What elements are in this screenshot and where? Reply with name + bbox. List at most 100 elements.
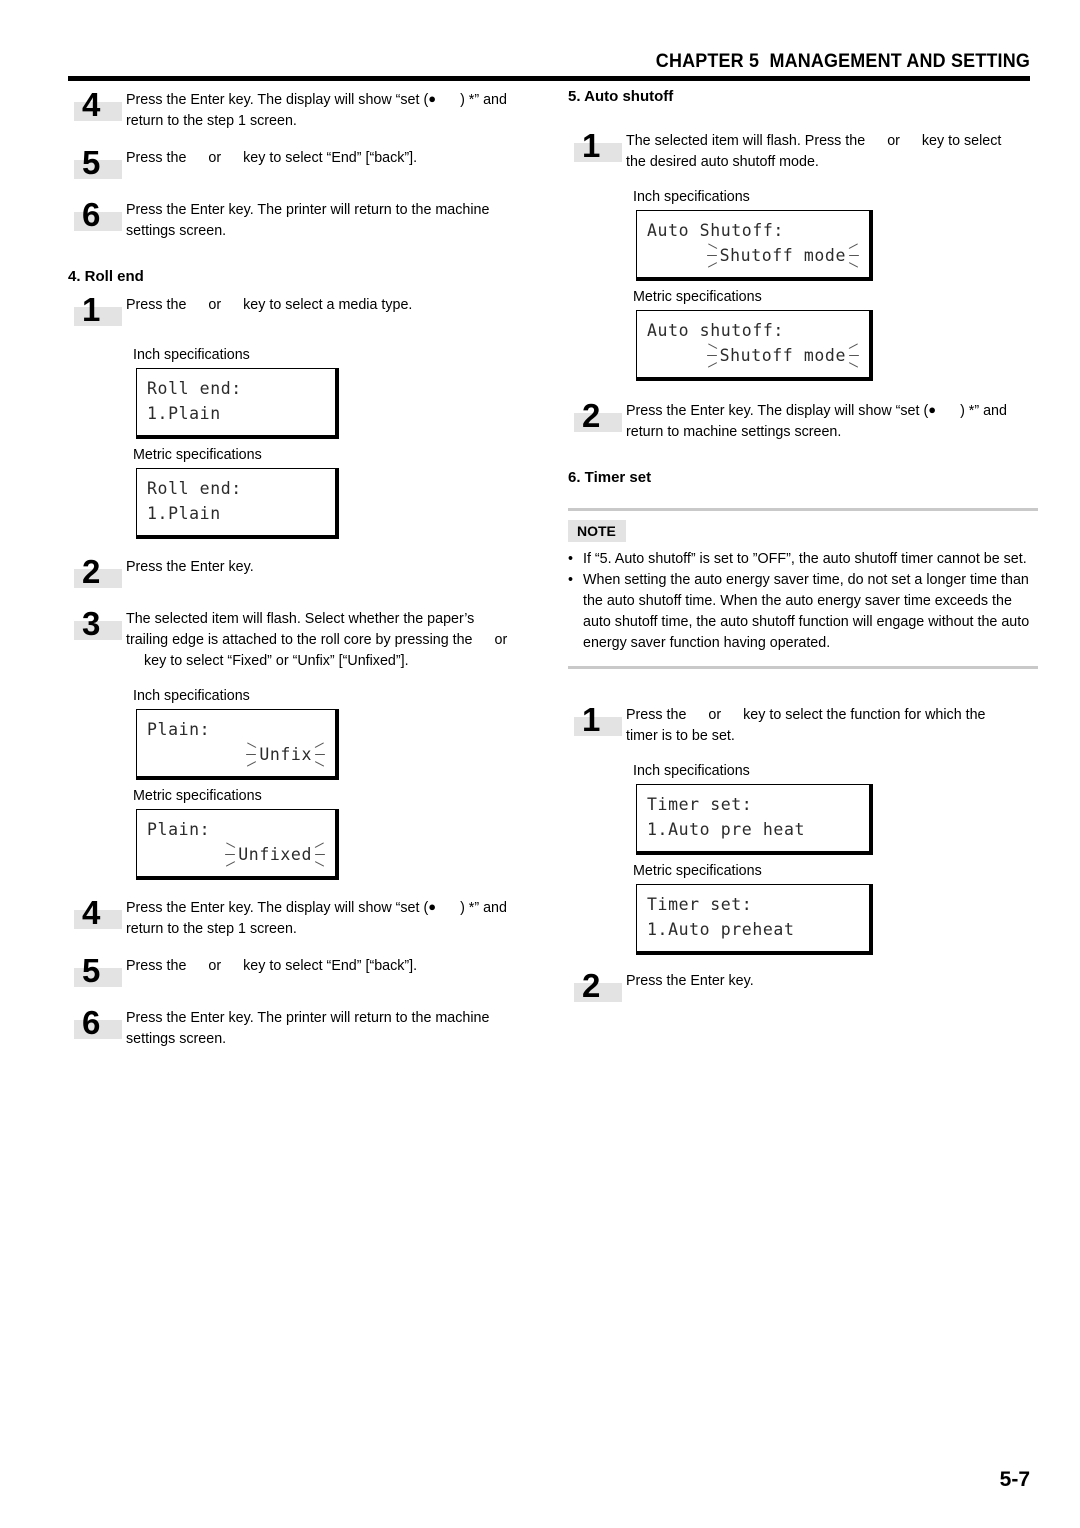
step-number-badge: 6 — [68, 196, 126, 236]
bullet-icon: • — [568, 572, 574, 588]
step-number-badge: 5 — [68, 952, 126, 992]
metric-spec-label: Metric specifications — [633, 289, 762, 305]
step-text-line: return to the step 1 screen. — [126, 921, 297, 937]
step-text-part: Press the — [126, 150, 187, 166]
step-text-line: Press the Enter key. — [626, 973, 754, 989]
lcd-display-roll-end-inch: Roll end: 1.Plain — [136, 368, 339, 439]
right-column: 5. Auto shutoff 1 The selected item will… — [568, 88, 1038, 1021]
note-tag: NOTE — [568, 520, 626, 542]
lcd-line: Roll end: — [147, 379, 242, 398]
step-number-badge: 3 — [68, 605, 126, 645]
note-text: If “5. Auto shutoff” is set to ”OFF”, th… — [583, 551, 1027, 567]
step-text-part: trailing edge is attached to the roll co… — [126, 632, 473, 648]
step-text-part: The selected item will flash. Press the — [626, 133, 866, 149]
left-column: 4 Press the Enter key. The display will … — [68, 86, 538, 1064]
step-item: 4 Press the Enter key. The display will … — [68, 86, 538, 132]
step-number: 3 — [82, 605, 101, 642]
step-item: 6 Press the Enter key. The printer will … — [68, 196, 538, 242]
lcd-line: Unfix — [147, 741, 325, 767]
step-item: 2 Press the Enter key. — [568, 967, 1038, 1007]
flashing-value: Unfixed — [225, 841, 325, 867]
step-text: Press the Enter key. The printer will re… — [126, 198, 538, 242]
step-text: The selected item will flash. Select whe… — [126, 607, 538, 672]
flash-mark-right-icon — [314, 741, 325, 767]
step-number: 2 — [582, 967, 601, 1004]
step-number-badge: 4 — [68, 894, 126, 934]
lcd-line: Roll end: — [147, 479, 242, 498]
step-item: 6 Press the Enter key. The printer will … — [68, 1004, 538, 1050]
step-text-part: or — [887, 133, 900, 149]
step-text: Press the or key to select the function fo… — [626, 703, 1038, 747]
lcd-line: Auto shutoff: — [647, 321, 784, 340]
step-text-part: ) *” and — [960, 403, 1007, 419]
lcd-line: 1.Auto pre heat — [647, 820, 806, 839]
step-text-line: return to the step 1 screen. — [126, 113, 297, 129]
lcd-value: Shutoff mode — [719, 346, 846, 365]
step-number: 2 — [82, 553, 101, 590]
step-text-part: or — [208, 297, 222, 313]
lcd-line: 1.Plain — [147, 404, 221, 423]
lcd-display-plain-inch: Plain: Unfix — [136, 709, 339, 780]
lcd-display-timer-set-metric: Timer set: 1.Auto preheat — [636, 884, 873, 955]
step-text-part: ) *” and — [460, 92, 507, 108]
step-text-part: key to select the function for which the — [743, 707, 986, 723]
lcd-line: Timer set: — [647, 795, 753, 814]
section-heading-timer-set: 6. Timer set — [568, 469, 652, 486]
step-number-badge: 2 — [568, 397, 626, 437]
step-text: Press the Enter key. — [126, 555, 538, 578]
step-text: The selected item will flash. Press the o… — [626, 129, 1038, 173]
step-text: Press the Enter key. The display will sh… — [126, 896, 538, 940]
step-item: 2 Press the Enter key. The display will … — [568, 397, 1038, 443]
flash-mark-right-icon — [314, 841, 325, 867]
note-box: NOTE • If “5. Auto shutoff” is set to ”OF… — [568, 508, 1038, 669]
step-text-part: key to select “End” [“back”]. — [243, 958, 418, 974]
step-text-part: or — [208, 958, 222, 974]
lcd-value: Shutoff mode — [719, 246, 846, 265]
step-item: 5 Press the or key to select “End” [“back”… — [68, 952, 538, 992]
step-number-badge: 2 — [568, 967, 626, 1007]
step-text: Press the or key to select “End” [“back”]. — [126, 954, 538, 977]
step-text-part: or — [494, 632, 508, 648]
lcd-display-auto-shutoff-inch: Auto Shutoff: Shutoff mode — [636, 210, 873, 281]
bullet-icon: • — [568, 551, 574, 567]
step-number-badge: 1 — [68, 291, 126, 331]
step-number-badge: 4 — [68, 86, 126, 126]
step-text-part: or — [708, 707, 722, 723]
step-text-part: Press the — [126, 297, 187, 313]
page-header: CHAPTER 5 MANAGEMENT AND SETTING — [68, 50, 1030, 81]
step-text-line: timer is to be set. — [626, 728, 735, 744]
step-number: 5 — [82, 952, 101, 989]
note-text: When setting the auto energy saver time,… — [583, 572, 1030, 651]
step-text-line: settings screen. — [126, 223, 227, 239]
flashing-value: Shutoff mode — [706, 342, 859, 368]
flash-mark-right-icon — [848, 242, 859, 268]
step-text: Press the Enter key. — [626, 969, 1038, 992]
flash-mark-left-icon — [706, 342, 718, 368]
step-number: 1 — [582, 127, 601, 164]
step-number: 1 — [82, 291, 101, 328]
metric-spec-label: Metric specifications — [133, 788, 262, 804]
section-heading-auto-shutoff: 5. Auto shutoff — [568, 88, 674, 105]
step-item: 1 Press the or key to select the function … — [568, 701, 1038, 747]
lcd-line: Auto Shutoff: — [647, 221, 784, 240]
flashing-value: Unfix — [246, 741, 325, 767]
lcd-line: Plain: — [147, 720, 211, 739]
step-text-part: Press the — [126, 958, 187, 974]
inch-spec-label: Inch specifications — [633, 189, 750, 205]
step-number: 4 — [82, 894, 101, 931]
step-text-line: settings screen. — [126, 1031, 227, 1047]
page-number: 5-7 — [999, 1468, 1030, 1491]
step-text-line: Press the Enter key. The printer will re… — [126, 202, 490, 218]
filled-circle-icon: ● — [428, 899, 437, 914]
lcd-display-plain-metric: Plain: Unfixed — [136, 809, 339, 880]
step-text: Press the Enter key. The printer will re… — [126, 1006, 538, 1050]
note-list-item: • If “5. Auto shutoff” is set to ”OFF”, t… — [568, 549, 1038, 570]
step-item: 2 Press the Enter key. — [68, 553, 538, 593]
step-item: 1 Press the or key to select a media type. — [68, 291, 538, 331]
lcd-value: Unfix — [259, 745, 312, 764]
lcd-line: Shutoff mode — [647, 242, 859, 268]
metric-spec-label: Metric specifications — [633, 863, 762, 879]
step-text-line: Press the Enter key. — [126, 559, 254, 575]
step-text-part: Press the — [626, 707, 687, 723]
step-number: 2 — [582, 397, 601, 434]
